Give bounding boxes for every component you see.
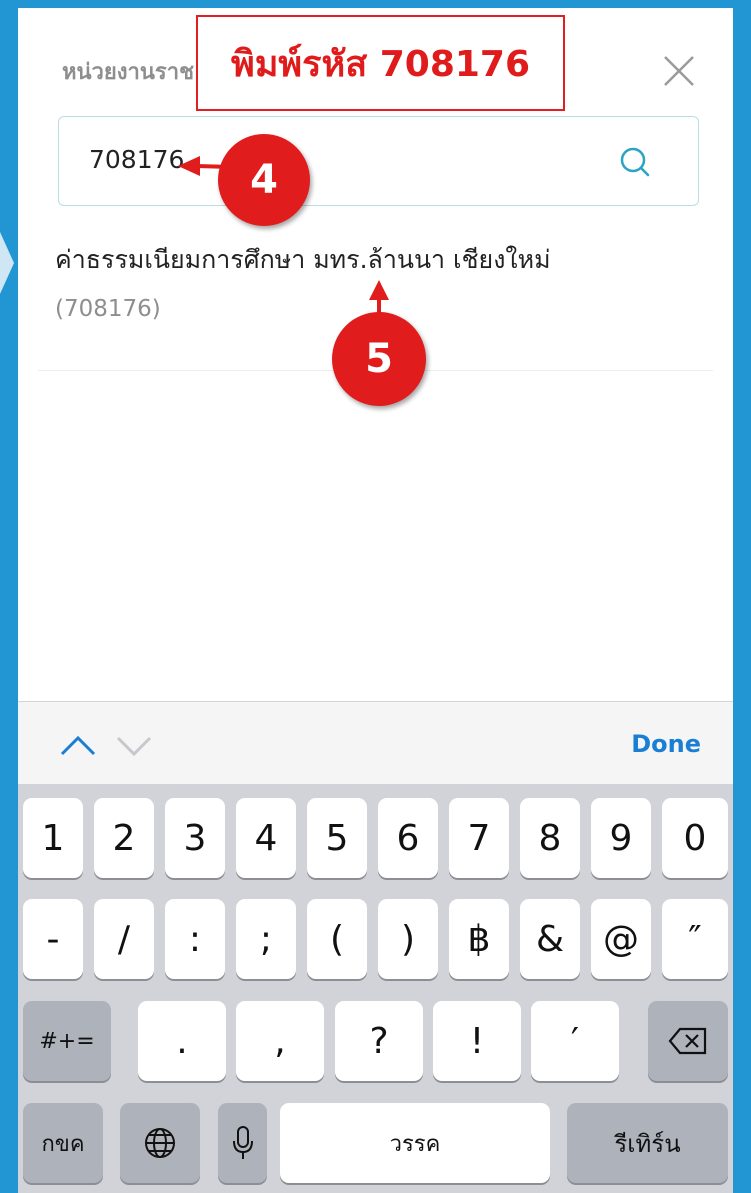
key-comma[interactable]: , bbox=[236, 1001, 324, 1081]
key-question[interactable]: ? bbox=[335, 1001, 423, 1081]
key-3[interactable]: 3 bbox=[165, 798, 225, 878]
key-0[interactable]: 0 bbox=[662, 798, 728, 878]
key-baht[interactable]: ฿ bbox=[449, 899, 509, 979]
key-1[interactable]: 1 bbox=[23, 798, 83, 878]
chevron-down-icon[interactable] bbox=[112, 724, 156, 768]
key-semicolon[interactable]: ; bbox=[236, 899, 296, 979]
key-at[interactable]: @ bbox=[591, 899, 651, 979]
key-ampersand[interactable]: & bbox=[520, 899, 580, 979]
key-2[interactable]: 2 bbox=[94, 798, 154, 878]
key-period[interactable]: . bbox=[138, 1001, 226, 1081]
instruction-callout: พิมพ์รหัส 708176 bbox=[196, 15, 565, 111]
backspace-key[interactable] bbox=[648, 1001, 728, 1081]
return-key[interactable]: รีเทิร์น bbox=[567, 1103, 728, 1183]
globe-icon bbox=[145, 1128, 175, 1158]
key-thai-letters[interactable]: กขค bbox=[23, 1103, 103, 1183]
key-4[interactable]: 4 bbox=[236, 798, 296, 878]
key-5[interactable]: 5 bbox=[307, 798, 367, 878]
space-key[interactable]: วรรค bbox=[280, 1103, 550, 1183]
key-open-paren[interactable]: ( bbox=[307, 899, 367, 979]
key-slash[interactable]: / bbox=[94, 899, 154, 979]
key-7[interactable]: 7 bbox=[449, 798, 509, 878]
keyboard-row-numbers: 1 2 3 4 5 6 7 8 9 0 bbox=[18, 798, 733, 878]
key-hyphen[interactable]: - bbox=[23, 899, 83, 979]
search-value: 708176 bbox=[89, 145, 185, 174]
key-apostrophe[interactable]: ′ bbox=[531, 1001, 619, 1081]
keyboard: 1 2 3 4 5 6 7 8 9 0 - / : ; ( ) ฿ & @ ″ … bbox=[18, 784, 733, 1193]
key-9[interactable]: 9 bbox=[591, 798, 651, 878]
app-screen: หน่วยงานราช 708176 ค่าธรรมเนียมการศึกษา … bbox=[18, 8, 733, 1193]
chevron-right-icon bbox=[0, 232, 14, 294]
keyboard-row-bottom: กขค วรรค รีเทิร์น bbox=[18, 1103, 733, 1183]
backspace-icon bbox=[668, 1027, 707, 1055]
step-4-badge: 4 bbox=[218, 134, 310, 226]
key-8[interactable]: 8 bbox=[520, 798, 580, 878]
close-icon bbox=[664, 56, 694, 86]
step-5-badge: 5 bbox=[332, 312, 426, 406]
result-name: ค่าธรรมเนียมการศึกษา มทร.ล้านนา เชียงใหม… bbox=[55, 245, 551, 274]
key-double-quote[interactable]: ″ bbox=[662, 899, 728, 979]
key-close-paren[interactable]: ) bbox=[378, 899, 438, 979]
page-title: หน่วยงานราช bbox=[62, 60, 195, 85]
key-6[interactable]: 6 bbox=[378, 798, 438, 878]
search-icon[interactable] bbox=[618, 145, 652, 179]
globe-key[interactable] bbox=[120, 1103, 200, 1183]
key-exclamation[interactable]: ! bbox=[433, 1001, 521, 1081]
close-button[interactable] bbox=[658, 50, 700, 92]
keyboard-row-punctuation: #+= . , ? ! ′ bbox=[18, 1001, 733, 1081]
chevron-up-icon[interactable] bbox=[56, 724, 100, 768]
key-colon[interactable]: : bbox=[165, 899, 225, 979]
keyboard-row-symbols: - / : ; ( ) ฿ & @ ″ bbox=[18, 899, 733, 979]
microphone-key[interactable] bbox=[218, 1103, 267, 1183]
microphone-icon bbox=[232, 1126, 253, 1159]
keyboard-accessory-bar: Done bbox=[18, 701, 733, 792]
done-button[interactable]: Done bbox=[631, 730, 701, 758]
key-more-symbols[interactable]: #+= bbox=[23, 1001, 111, 1081]
search-input[interactable]: 708176 bbox=[58, 116, 699, 206]
